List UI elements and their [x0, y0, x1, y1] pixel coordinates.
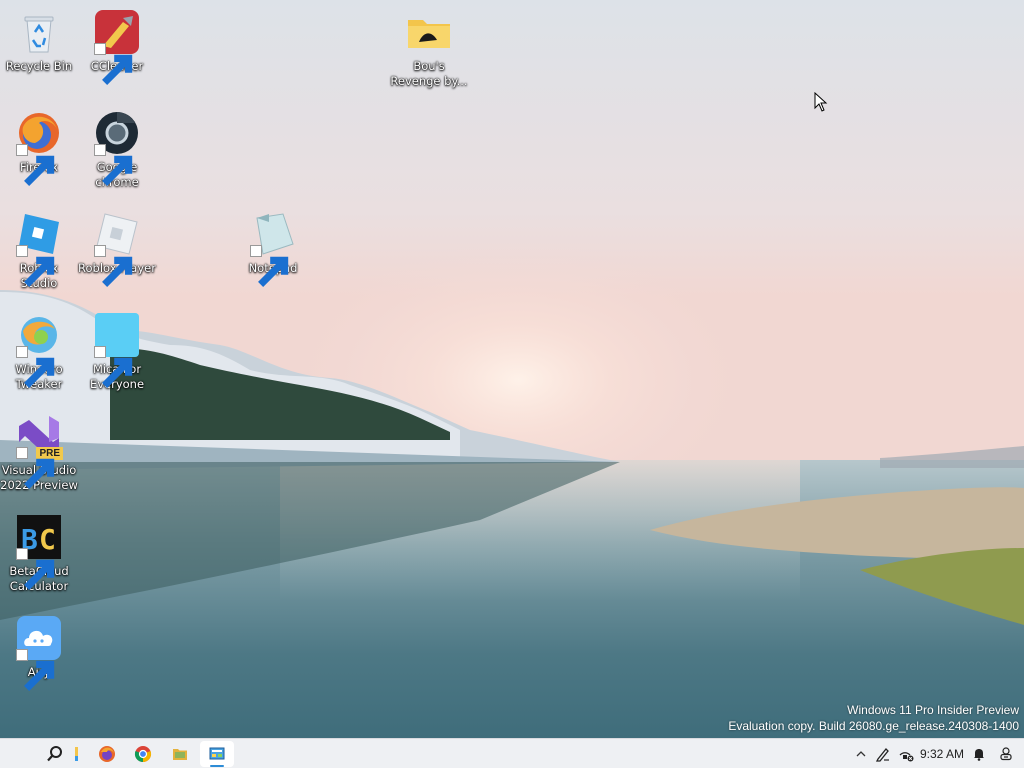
roblox-player-icon [93, 210, 141, 287]
betacloud-calculator-icon: BC [15, 513, 63, 590]
desktop-icon-roblox-player[interactable]: Roblox Player [78, 202, 156, 287]
airy-icon [15, 614, 63, 691]
desktop-icon-airy[interactable]: Airy [0, 606, 78, 691]
pen-icon [875, 748, 889, 762]
shortcut-arrow-icon [94, 245, 133, 287]
desktop-icon-roblox-studio[interactable]: Roblox Studio [0, 202, 78, 291]
tray-show-hidden-icons[interactable] [852, 744, 870, 764]
visual-studio-icon: PRE [15, 412, 63, 489]
network-disconnected-icon [899, 752, 914, 762]
chrome-icon [134, 746, 152, 763]
control-panel-icon [209, 747, 225, 760]
watermark-line-1: Windows 11 Pro Insider Preview [847, 703, 1019, 717]
shortcut-arrow-icon [94, 43, 133, 85]
shortcut-arrow-icon [16, 548, 55, 590]
bell-icon [974, 749, 984, 761]
desktop[interactable]: Recycle Bin CCleaner Bou's Revenge by...… [0, 0, 1024, 738]
folder-icon [405, 8, 453, 56]
taskbar-control-panel-button[interactable] [200, 741, 234, 767]
shortcut-arrow-icon [94, 144, 133, 186]
taskbar-folder-app-button[interactable] [163, 741, 197, 767]
taskbar: 9:32 AM [0, 738, 1024, 768]
taskbar-firefox-button[interactable] [90, 741, 124, 767]
notepad-icon [249, 210, 297, 287]
desktop-icon-folder[interactable]: Bou's Revenge by... [390, 0, 468, 89]
chrome-icon [93, 109, 141, 186]
desktop-icon-notepad[interactable]: Notepad [234, 202, 312, 287]
desktop-icon-visual-studio[interactable]: PRE Visual Studio 2022 Preview [0, 404, 78, 493]
mica-for-everyone-icon [93, 311, 141, 388]
roblox-studio-icon [15, 210, 63, 287]
firefox-icon [99, 746, 115, 762]
tray-notifications-button[interactable] [970, 744, 988, 764]
firefox-icon [15, 109, 63, 186]
winaero-tweaker-icon [15, 311, 63, 388]
file-explorer-icon [75, 747, 78, 761]
ccleaner-icon [93, 8, 141, 85]
desktop-icon-label: Recycle Bin [5, 59, 73, 73]
shortcut-arrow-icon [16, 144, 55, 186]
tray-network-button[interactable] [896, 744, 916, 764]
desktop-icon-label: Bou's Revenge by... [390, 59, 468, 88]
desktop-icon-ccleaner[interactable]: CCleaner [78, 0, 156, 85]
shortcut-arrow-icon [16, 447, 55, 489]
shortcut-arrow-icon [16, 649, 55, 691]
shortcut-arrow-icon [16, 245, 55, 287]
taskbar-chrome-button[interactable] [126, 741, 160, 767]
desktop-icon-firefox[interactable]: Firefox [0, 101, 78, 186]
taskbar-clock[interactable]: 9:32 AM [920, 747, 964, 761]
desktop-icon-betacloud-calculator[interactable]: BC BetaCloud Calculator [0, 505, 78, 594]
tray-copilot-button[interactable] [996, 744, 1016, 764]
watermark-line-2: Evaluation copy. Build 26080.ge_release.… [728, 719, 1019, 733]
recycle-bin-icon [15, 8, 63, 56]
desktop-icon-chrome[interactable]: Google chrome [78, 101, 156, 190]
desktop-icon-mica-for-everyone[interactable]: Mica For Everyone [78, 303, 156, 392]
mouse-cursor-icon [814, 92, 828, 112]
taskbar-file-explorer-button[interactable] [62, 741, 86, 767]
tray-pen-button[interactable] [873, 744, 893, 764]
evaluation-watermark: Windows 11 Pro Insider Preview Evaluatio… [728, 702, 1019, 734]
folder-app-icon [173, 749, 187, 760]
desktop-icon-recycle-bin[interactable]: Recycle Bin [0, 0, 78, 74]
shortcut-arrow-icon [94, 346, 133, 388]
shortcut-arrow-icon [250, 245, 289, 287]
copilot-icon [1000, 747, 1012, 761]
shortcut-arrow-icon [16, 346, 55, 388]
chevron-up-icon [856, 751, 866, 757]
desktop-icon-winaero-tweaker[interactable]: Winaero Tweaker [0, 303, 78, 392]
